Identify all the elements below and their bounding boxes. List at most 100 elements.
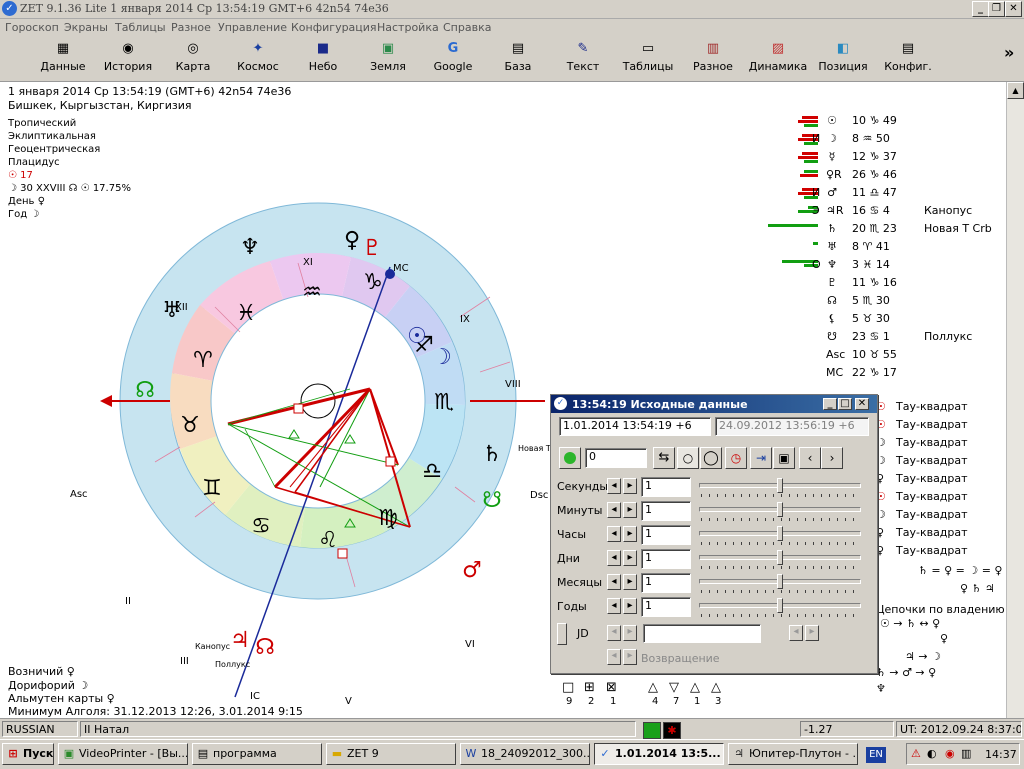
step-slider[interactable]: [697, 574, 863, 594]
step-increase-button[interactable]: ▸: [623, 550, 637, 566]
maximize-button[interactable]: ❐: [988, 1, 1005, 17]
step-decrease-button[interactable]: ◂: [607, 526, 621, 542]
slider-thumb[interactable]: [777, 574, 783, 589]
step-decrease-button[interactable]: ◂: [607, 574, 621, 590]
step-value-input[interactable]: 1: [641, 477, 691, 497]
text-icon: ✎: [577, 41, 589, 56]
scroll-up-button[interactable]: ▲: [1007, 82, 1024, 99]
toolbar-tables-button[interactable]: ▭ Таблицы: [617, 39, 679, 79]
jd-next-button[interactable]: ▸: [623, 625, 637, 641]
run-button[interactable]: [559, 447, 581, 469]
tray-network-icon[interactable]: ▥: [961, 747, 971, 760]
close-button[interactable]: ✕: [1005, 1, 1022, 17]
dialog-minimize-button[interactable]: _: [823, 398, 837, 410]
toolbar-text-button[interactable]: ✎ Текст: [552, 39, 614, 79]
toolbar-position-button[interactable]: ◧ Позиция: [812, 39, 874, 79]
menu-misc[interactable]: Разное: [171, 21, 211, 34]
step-value-input[interactable]: 1: [641, 597, 691, 617]
save-button[interactable]: ▣: [773, 447, 795, 469]
tray-antivirus-icon[interactable]: ◉: [945, 747, 955, 760]
toolbar-google-button[interactable]: G Google: [422, 39, 484, 79]
toolbar-earth-button[interactable]: ▣ Земля: [357, 39, 419, 79]
jd-input[interactable]: [643, 624, 761, 643]
slider-thumb[interactable]: [777, 550, 783, 565]
datetime-input[interactable]: 1.01.2014 13:54:19 +6: [559, 417, 711, 436]
step-increase-button[interactable]: ▸: [623, 598, 637, 614]
step-value-input[interactable]: 1: [641, 501, 691, 521]
task-program[interactable]: ▤ программа: [192, 743, 322, 765]
menu-screens[interactable]: Экраны: [64, 21, 108, 34]
export-button[interactable]: ⇥: [750, 447, 772, 469]
language-indicator[interactable]: EN: [866, 747, 886, 763]
circle-large-button[interactable]: ◯: [700, 447, 722, 469]
menu-settings[interactable]: Настройка: [377, 21, 439, 34]
tray-alert-icon[interactable]: ⚠: [911, 747, 921, 760]
step-decrease-button[interactable]: ◂: [607, 502, 621, 518]
prev-button[interactable]: ‹: [799, 447, 821, 469]
slider-thumb[interactable]: [777, 502, 783, 517]
menu-control[interactable]: Управление: [218, 21, 287, 34]
toolbar-config-button[interactable]: ▤ Конфиг.: [877, 39, 939, 79]
step-increase-button[interactable]: ▸: [623, 502, 637, 518]
return-next-button[interactable]: ▸: [623, 649, 637, 665]
vertical-scrollbar[interactable]: ▲: [1006, 82, 1024, 718]
jd-step-next-button[interactable]: ▸: [805, 625, 819, 641]
dialog-title-bar[interactable]: ✓ 13:54:19 Исходные данные _ □ ✕: [551, 395, 877, 413]
swap-button[interactable]: ⇆: [653, 447, 675, 469]
tray-speaker-icon[interactable]: ◐: [927, 747, 937, 760]
task-zet-active[interactable]: ✓ 1.01.2014 13:5...: [594, 743, 724, 765]
next-button[interactable]: ›: [821, 447, 843, 469]
step-value-input[interactable]: 1: [641, 525, 691, 545]
step-increase-button[interactable]: ▸: [623, 478, 637, 494]
menu-help[interactable]: Справка: [443, 21, 491, 34]
toolbar-map-button[interactable]: ◎ Карта: [162, 39, 224, 79]
grid-symbol-icon: ⊞: [584, 680, 595, 695]
task-jupiter-pluto[interactable]: ♃ Юпитер-Плутон - ...: [728, 743, 858, 765]
slider-thumb[interactable]: [777, 478, 783, 493]
circle-small-button[interactable]: ○: [677, 447, 699, 469]
status-red-indicator-icon[interactable]: ✱: [663, 722, 681, 739]
jd-prev-button[interactable]: ◂: [607, 625, 621, 641]
dialog-close-button[interactable]: ✕: [855, 398, 869, 410]
step-slider[interactable]: [697, 502, 863, 522]
step-value-input[interactable]: 1: [641, 573, 691, 593]
clock-button[interactable]: ◷: [725, 447, 747, 469]
step-decrease-button[interactable]: ◂: [607, 550, 621, 566]
toolbar-misc-button[interactable]: ▥ Разное: [682, 39, 744, 79]
toolbar-data-button[interactable]: ▦ Данные: [32, 39, 94, 79]
step-value-input[interactable]: 1: [641, 549, 691, 569]
step-slider[interactable]: [697, 550, 863, 570]
menu-horoscope[interactable]: Гороскоп: [5, 21, 59, 34]
menu-configuration[interactable]: Конфигурация: [291, 21, 377, 34]
zet-app-icon[interactable]: ✓: [2, 1, 17, 16]
step-decrease-button[interactable]: ◂: [607, 598, 621, 614]
slider-thumb[interactable]: [777, 598, 783, 613]
dialog-maximize-button[interactable]: □: [838, 398, 852, 410]
menu-tables[interactable]: Таблицы: [115, 21, 166, 34]
toolbar-database-button[interactable]: ▤ База: [487, 39, 549, 79]
tau-square-label: Тау-квадрат: [896, 436, 968, 449]
jd-step-prev-button[interactable]: ◂: [789, 625, 803, 641]
step-slider[interactable]: [697, 598, 863, 618]
jd-toggle[interactable]: [557, 623, 567, 645]
toolbar-cosmos-button[interactable]: ✦ Космос: [227, 39, 289, 79]
slider-thumb[interactable]: [777, 526, 783, 541]
toolbar-dynamics-button[interactable]: ▨ Динамика: [747, 39, 809, 79]
toolbar-sky-button[interactable]: ■ Небо: [292, 39, 354, 79]
return-prev-button[interactable]: ◂: [607, 649, 621, 665]
step-slider[interactable]: [697, 526, 863, 546]
task-word-doc[interactable]: W 18_24092012_300...: [460, 743, 590, 765]
task-zet9[interactable]: ▬ ZET 9: [326, 743, 456, 765]
planet-row: ♄ 20 ♏ 23 Новая Т Crb: [760, 222, 1010, 240]
status-green-indicator-icon[interactable]: [643, 722, 661, 739]
start-button[interactable]: ⊞ Пуск: [2, 743, 54, 765]
task-videoprinter[interactable]: ▣ VideoPrinter - [Вы...: [58, 743, 188, 765]
step-increase-button[interactable]: ▸: [623, 526, 637, 542]
minimize-button[interactable]: _: [972, 1, 989, 17]
step-increase-button[interactable]: ▸: [623, 574, 637, 590]
step-decrease-button[interactable]: ◂: [607, 478, 621, 494]
step-slider[interactable]: [697, 478, 863, 498]
toolbar-history-button[interactable]: ◉ История: [97, 39, 159, 79]
counter-input[interactable]: 0: [585, 448, 647, 468]
toolbar-more-chevron-icon[interactable]: »: [1004, 43, 1014, 62]
